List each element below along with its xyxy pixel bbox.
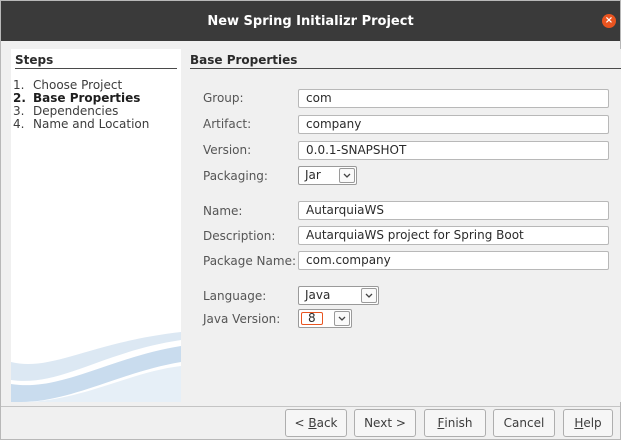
button-bar-divider (1, 406, 620, 407)
finish-button[interactable]: Finish (424, 409, 486, 437)
chevron-down-icon[interactable] (334, 311, 350, 326)
window-title: New Spring Initializr Project (207, 13, 414, 29)
packaging-label: Packaging: (203, 169, 268, 183)
base-properties-panel: Base Properties Group: com Artifact: com… (186, 49, 621, 402)
name-label: Name: (203, 204, 243, 218)
group-label: Group: (203, 91, 244, 105)
back-button[interactable]: < Back (285, 409, 347, 437)
description-input[interactable]: AutarquiaWS project for Spring Boot (298, 226, 609, 245)
language-value: Java (305, 288, 331, 302)
swoosh-graphic (11, 332, 181, 402)
title-bar: New Spring Initializr Project × (1, 1, 620, 41)
dialog-window: New Spring Initializr Project × Steps 1.… (0, 0, 621, 440)
description-label: Description: (203, 229, 276, 243)
artifact-label: Artifact: (203, 117, 252, 131)
help-button[interactable]: Help (563, 409, 613, 437)
java-version-label: Java Version: (203, 312, 281, 326)
package-name-label: Package Name: (203, 254, 296, 268)
version-label: Version: (203, 143, 252, 157)
chevron-down-icon[interactable] (361, 288, 377, 303)
steps-panel: Steps 1. Choose Project 2. Base Properties… (11, 49, 181, 402)
chevron-down-icon[interactable] (339, 168, 355, 183)
java-version-select[interactable]: 8 (298, 309, 352, 328)
step-name-and-location: 4. Name and Location (13, 117, 150, 131)
group-input[interactable]: com (298, 89, 609, 108)
close-icon[interactable]: × (602, 14, 616, 28)
steps-list: 1. Choose Project 2. Base Properties 3. Dep… (13, 79, 149, 131)
package-name-input[interactable]: com.company (298, 251, 609, 270)
section-header: Base Properties (190, 53, 621, 69)
java-version-value: 8 (301, 312, 323, 325)
packaging-select[interactable]: Jar (298, 166, 357, 185)
steps-header: Steps (15, 53, 177, 69)
artifact-input[interactable]: company (298, 115, 609, 134)
cancel-button[interactable]: Cancel (493, 409, 555, 437)
language-label: Language: (203, 289, 267, 303)
language-select[interactable]: Java (298, 286, 379, 305)
packaging-value: Jar (305, 168, 321, 182)
version-input[interactable]: 0.0.1-SNAPSHOT (298, 141, 609, 160)
next-button[interactable]: Next > (354, 409, 416, 437)
name-input[interactable]: AutarquiaWS (298, 201, 609, 220)
